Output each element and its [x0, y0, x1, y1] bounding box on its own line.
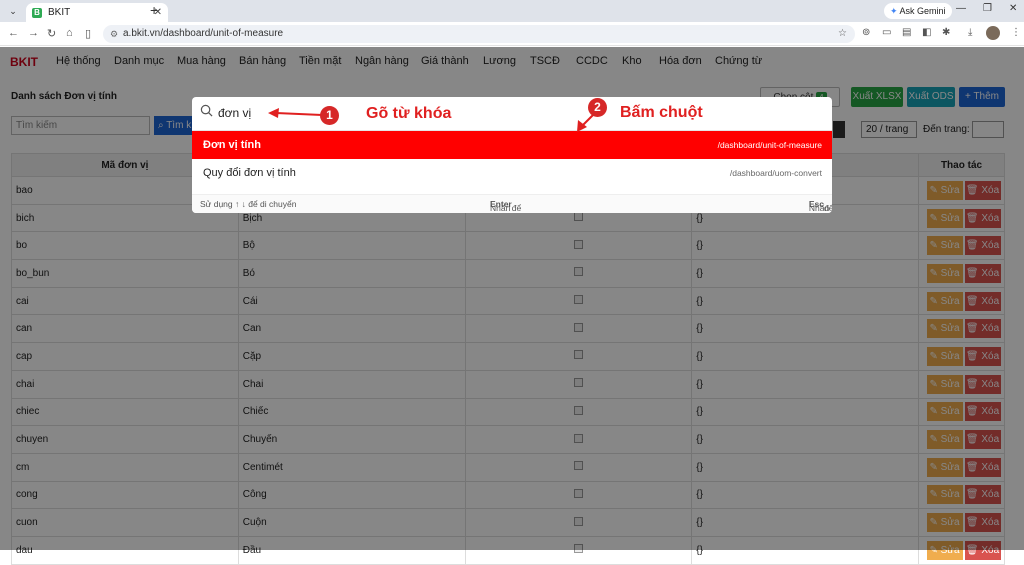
enter-hint: Nhấn Enter để chọn [490, 199, 522, 213]
forward-icon[interactable]: → [28, 27, 39, 39]
profile-avatar[interactable] [986, 26, 1000, 40]
tab-title: BKIT [48, 7, 71, 18]
back-icon[interactable]: ← [8, 27, 19, 39]
esc-hint: Nhấn Esc để đóng [808, 199, 832, 213]
reload-icon[interactable]: ↻ [47, 27, 56, 40]
url-text: a.bkit.vn/dashboard/unit-of-measure [123, 28, 284, 39]
gemini-icon: ✦ [890, 6, 898, 16]
new-tab-icon[interactable]: + [150, 2, 158, 18]
result-path: /dashboard/unit-of-measure [717, 140, 822, 150]
nav-hint: Sử dụng ↑ ↓ để di chuyển [200, 199, 297, 209]
address-bar[interactable]: ⚙ a.bkit.vn/dashboard/unit-of-measure ☆ [103, 25, 855, 43]
restore-icon[interactable]: ❐ [983, 3, 992, 14]
step-1-badge: 1 [320, 106, 339, 125]
browser-toolbar: ← → ↻ ⌂ ▯ ⚙ a.bkit.vn/dashboard/unit-of-… [0, 22, 1024, 46]
search-icon [200, 104, 213, 117]
palette-result-unit-of-measure[interactable]: Đơn vị tính /dashboard/unit-of-measure [192, 131, 832, 159]
card-icon[interactable]: ▭ [882, 27, 891, 38]
extension-icon[interactable]: ⊚ [862, 27, 870, 38]
bookmark-star-icon[interactable]: ☆ [838, 25, 847, 43]
result-path: /dashboard/uom-convert [729, 168, 822, 178]
kebab-menu-icon[interactable]: ⋮ [1011, 27, 1021, 38]
palette-result-uom-convert[interactable]: Quy đổi đơn vị tính /dashboard/uom-conve… [192, 159, 832, 187]
split-view-icon[interactable]: ▯ [85, 27, 91, 40]
palette-footer: Sử dụng ↑ ↓ để di chuyển Nhấn Enter để c… [192, 194, 832, 213]
ask-gemini-button[interactable]: ✦ Ask Gemini [884, 3, 952, 19]
reading-icon[interactable]: ▤ [902, 27, 911, 38]
browser-tab-strip: ⌄ B BKIT ✕ + ✦ Ask Gemini — ❐ ✕ [0, 0, 1024, 22]
download-icon[interactable]: ⤓ [968, 27, 972, 38]
step-2-label: Bấm chuột [620, 104, 703, 121]
command-palette: đơn vị Đơn vị tính /dashboard/unit-of-me… [192, 97, 832, 213]
step-2-badge: 2 [588, 98, 607, 117]
home-icon[interactable]: ⌂ [66, 27, 73, 39]
site-info-icon[interactable]: ⚙ [110, 25, 118, 43]
result-title: Đơn vị tính [203, 139, 261, 151]
palette-query: đơn vị [218, 106, 252, 120]
palette-search-input[interactable]: đơn vị [192, 97, 832, 131]
close-window-icon[interactable]: ✕ [1009, 3, 1017, 14]
step-1-label: Gõ từ khóa [366, 105, 452, 122]
sidepanel-icon[interactable]: ◧ [922, 27, 931, 38]
minimize-icon[interactable]: — [956, 3, 966, 14]
result-title: Quy đổi đơn vị tính [203, 167, 296, 179]
favicon: B [32, 7, 42, 18]
puzzle-icon[interactable]: ✱ [942, 27, 950, 38]
browser-tab[interactable]: B BKIT ✕ [26, 3, 168, 22]
tab-search-icon[interactable]: ⌄ [6, 4, 20, 18]
